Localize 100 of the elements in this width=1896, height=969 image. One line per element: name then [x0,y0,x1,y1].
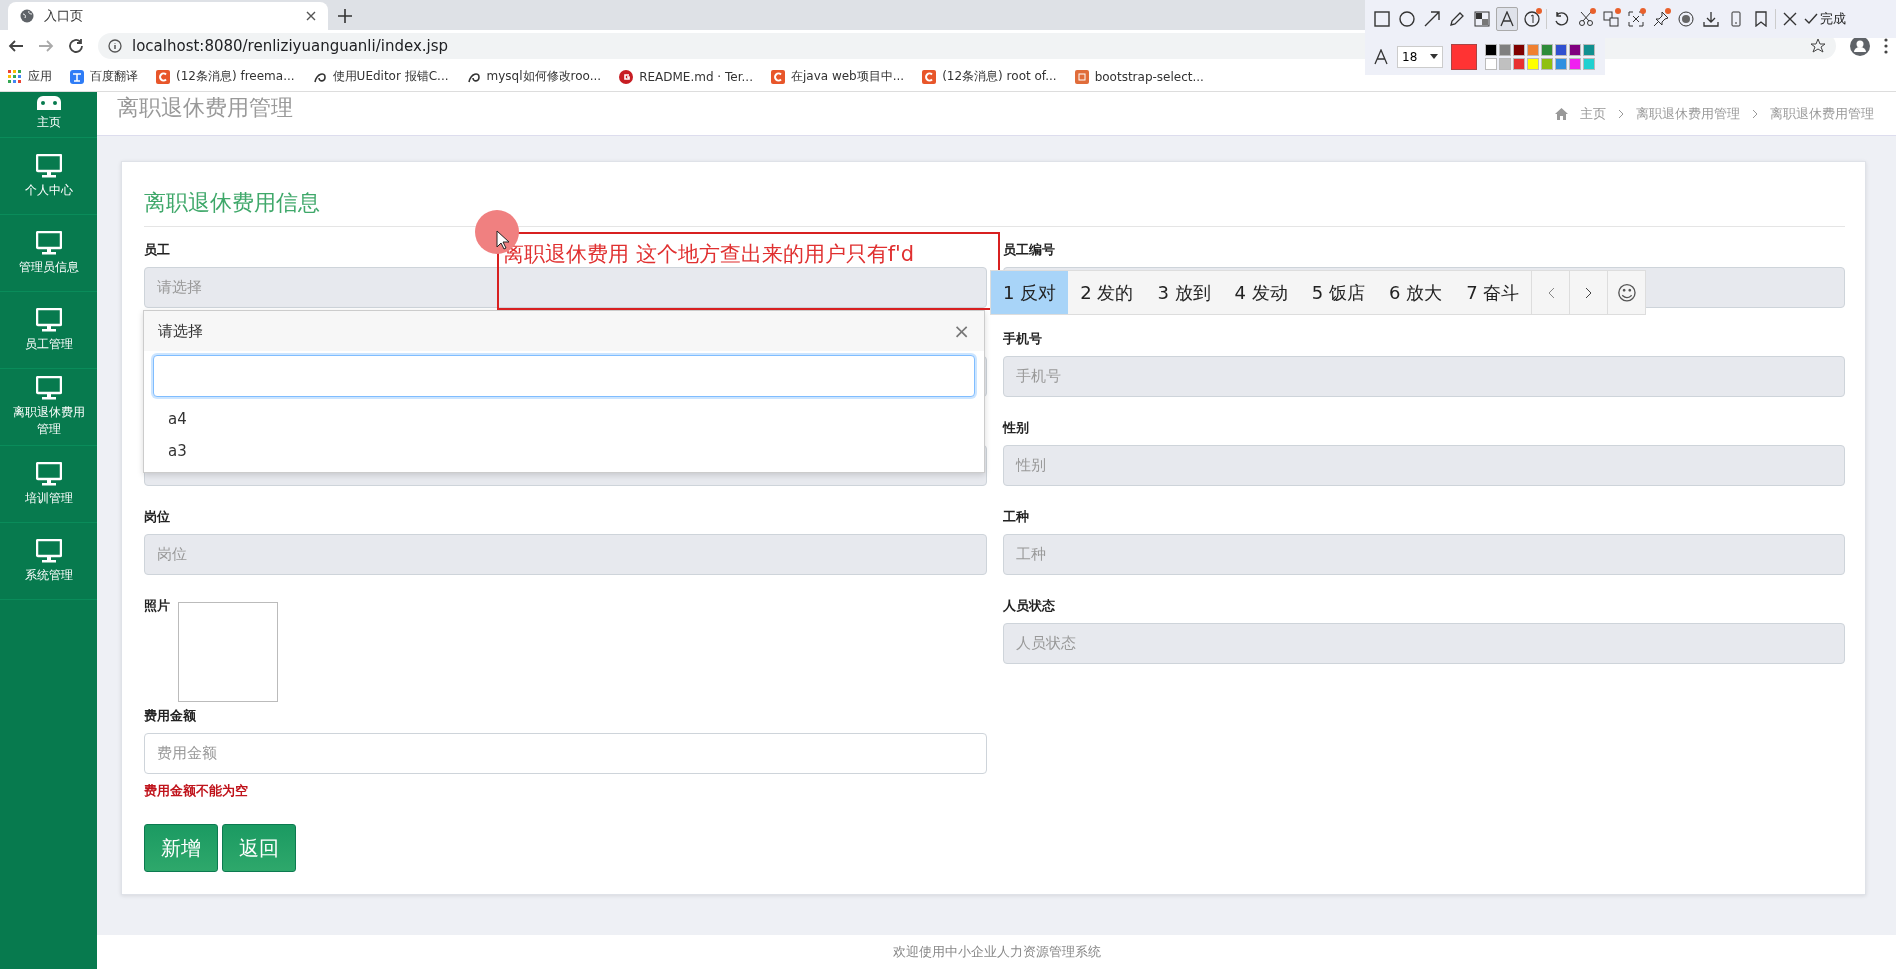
back-icon[interactable] [8,38,24,54]
color-swatch[interactable] [1499,57,1511,70]
g-logo-icon [619,69,634,84]
color-swatch[interactable] [1541,43,1553,56]
square-logo-icon [1074,69,1089,84]
pin-icon[interactable] [1653,11,1669,27]
color-swatch[interactable] [1513,43,1525,56]
url-text: localhost:8080/renliziyuanguanli/index.jsp [132,37,449,55]
bookmark-link[interactable]: bootstrap-select... [1074,69,1204,84]
browser-tab[interactable]: 入口页 [8,2,328,30]
field-label: 手机号 [1002,330,1042,346]
circle-tool-icon[interactable] [1399,11,1415,27]
ime-candidate[interactable]: 3 放到 [1145,271,1223,314]
phone-icon[interactable] [1728,11,1744,27]
color-swatch[interactable] [1499,43,1511,56]
color-swatch[interactable] [1555,43,1567,56]
star-icon[interactable] [1810,38,1826,54]
scissors-icon[interactable] [1578,11,1594,27]
color-swatch[interactable] [1583,57,1595,70]
download-icon[interactable] [1703,11,1719,27]
globe-icon [20,9,34,23]
color-swatch[interactable] [1555,57,1567,70]
apps-grid-icon [8,69,22,84]
ime-candidate[interactable]: 1 反对 [991,271,1069,314]
mosaic-icon[interactable] [1474,11,1490,27]
field-label: 费用金额 [144,707,196,723]
ime-candidate[interactable]: 5 饭店 [1299,271,1377,314]
ime-candidate[interactable]: 2 发的 [1068,271,1146,314]
pencil-icon[interactable] [1449,11,1465,27]
chevron-right-icon[interactable] [1584,286,1593,299]
arrow-tool-icon[interactable] [1424,11,1440,27]
dropdown-option[interactable]: a3 [144,435,984,467]
ime-candidate[interactable]: 7 奋斗 [1454,271,1532,314]
chevron-left-icon[interactable] [1546,286,1555,299]
home-icon [1555,107,1568,120]
field-label: 工种 [1002,508,1029,524]
field-label: 员工 [144,241,170,257]
translate-icon[interactable] [1603,11,1619,27]
close-icon[interactable] [306,11,316,21]
monitor-icon [35,153,62,178]
bookmark-link[interactable]: 使用UEditor 报错C... [312,68,449,85]
sidebar-item[interactable]: 系统管理 [0,523,97,600]
field-label: 性别 [1002,419,1029,435]
bookmark-link[interactable]: 应用 [8,68,52,85]
record-icon[interactable] [1678,11,1694,27]
color-swatch[interactable] [1527,57,1539,70]
numbered-marker-icon[interactable] [1524,11,1540,27]
check-icon [1804,13,1818,25]
sidebar-item[interactable]: 主页 [0,92,97,138]
footer-text: 欢迎使用中小企业人力资源管理系统 [892,944,1101,959]
color-swatch[interactable] [1569,57,1581,70]
monitor-icon [35,376,62,400]
emoji-button[interactable]: ☺ [1616,280,1638,305]
bookmark-link[interactable]: 在java web项目中... [770,68,905,85]
new-tab-icon[interactable] [338,9,352,23]
bookmark-link[interactable]: mysql如何修改roo... [466,68,602,85]
dropdown-title: 请选择 [158,321,203,341]
chevron-icon [1752,108,1758,119]
search-field[interactable] [153,355,975,397]
undo-icon[interactable] [1553,11,1569,27]
sidebar-item[interactable]: 培训管理 [0,446,97,523]
bookmark-icon[interactable] [1753,11,1769,27]
color-swatch[interactable] [1513,57,1525,70]
done-button[interactable]: 完成 [1804,10,1846,28]
reload-icon[interactable] [68,38,84,54]
text-scan-icon[interactable] [1628,11,1644,27]
ime-candidate[interactable]: 6 放大 [1376,271,1455,314]
monitor-icon [35,538,62,563]
field-label: 岗位 [144,508,170,524]
bookmark-link[interactable]: 百度翻译 [70,68,138,85]
color-swatch[interactable] [1485,43,1497,56]
bookmark-link[interactable]: README.md · Ter... [619,69,753,84]
page-title: 离职退休费用管理 [117,93,293,122]
color-swatch[interactable] [1541,57,1553,70]
ime-candidate[interactable]: 4 发动 [1222,271,1300,314]
c-logo-icon [922,69,937,84]
sidebar-item[interactable]: 管理员信息 [0,215,97,292]
text-tool-icon[interactable] [1499,11,1515,27]
color-swatch[interactable] [1485,57,1497,70]
close-icon[interactable] [1782,11,1798,27]
translate-icon [70,69,84,84]
font-size-select[interactable]: 18 [1397,45,1443,68]
monitor-icon [35,230,62,255]
rectangle-tool-icon[interactable] [1374,11,1390,27]
sidebar-item[interactable]: 员工管理 [0,292,97,369]
sidebar-item[interactable]: 个人中心 [0,138,97,215]
bookmark-link[interactable]: (12条消息) root of... [922,68,1057,85]
field-label: 照片 [144,597,170,613]
color-swatch[interactable] [1569,43,1581,56]
field-label: 员工编号 [1002,241,1055,257]
dropdown-option[interactable]: a4 [144,403,984,435]
color-swatch[interactable] [1527,43,1539,56]
sidebar-item[interactable]: 离职退休费用管理 [0,369,97,446]
color-swatch[interactable] [1583,43,1595,56]
c-logo-icon [156,69,170,84]
menu-icon[interactable] [1884,38,1888,54]
font-size-icon [1373,48,1389,65]
close-button[interactable]: × [953,319,970,343]
bookmark-link[interactable]: (12条消息) freema... [156,68,295,85]
current-color-swatch[interactable] [1451,43,1477,70]
